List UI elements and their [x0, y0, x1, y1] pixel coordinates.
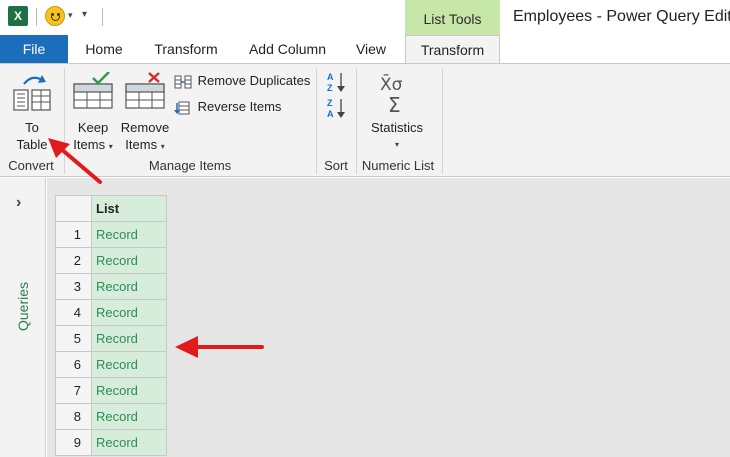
chevron-down-icon[interactable]: ▾ — [68, 10, 73, 21]
ribbon-tabs: File Home Transform Add Column View Tran… — [0, 35, 730, 64]
svg-text:Σ: Σ — [388, 93, 401, 114]
svg-text:A: A — [327, 72, 334, 82]
context-tab-group-label: List Tools — [405, 0, 500, 35]
table-row: 3 Record — [55, 273, 167, 300]
group-label-convert: Convert — [8, 158, 54, 173]
reverse-items-button[interactable]: Reverse Items — [174, 99, 281, 116]
remove-items-button[interactable]: Remove Items ▾ — [120, 68, 170, 154]
statistics-label: Statistics — [370, 120, 423, 135]
record-link[interactable]: Record — [91, 247, 167, 274]
to-table-button[interactable]: To Table — [4, 68, 60, 154]
remove-duplicates-button[interactable]: Remove Duplicates — [174, 73, 310, 90]
row-index[interactable]: 4 — [55, 299, 92, 326]
queries-pane-collapsed: › Queries — [0, 178, 46, 457]
title-bar: X ▾ ▾ List Tools Employees - Power Query… — [0, 0, 730, 35]
table-row: 8 Record — [55, 403, 167, 430]
sort-descending-icon: Z A — [327, 98, 345, 119]
keep-items-button[interactable]: Keep Items ▾ — [70, 68, 116, 154]
group-label-manage-items: Manage Items — [148, 158, 232, 173]
sigma-icon: X̄σ Σ — [380, 73, 403, 114]
grid-corner-cell[interactable] — [55, 195, 92, 222]
record-link[interactable]: Record — [91, 299, 167, 326]
reverse-items-icon — [174, 101, 190, 115]
tab-list-transform[interactable]: Transform — [405, 35, 500, 64]
table-row: 5 Record — [55, 325, 167, 352]
record-link[interactable]: Record — [91, 351, 167, 378]
remove-items-icon — [125, 72, 165, 109]
statistics-button[interactable]: X̄σ Σ Statistics ▾ — [362, 68, 432, 154]
reverse-items-label: Reverse Items — [197, 99, 282, 114]
grid-header-row: List — [55, 195, 167, 222]
row-index[interactable]: 3 — [55, 273, 92, 300]
record-link[interactable]: Record — [91, 325, 167, 352]
table-row: 1 Record — [55, 221, 167, 248]
row-index[interactable]: 5 — [55, 325, 92, 352]
data-preview-area: List 1 Record 2 Record 3 Record 4 Record… — [47, 178, 730, 457]
sort-ascending-button[interactable]: A Z — [326, 71, 348, 93]
tab-home[interactable]: Home — [72, 35, 136, 63]
table-row: 7 Record — [55, 377, 167, 404]
group-divider — [316, 68, 317, 174]
quick-access-customize[interactable]: ▾ — [82, 9, 87, 20]
sort-ascending-icon: A Z — [327, 72, 345, 93]
table-row: 2 Record — [55, 247, 167, 274]
record-link[interactable]: Record — [91, 403, 167, 430]
tab-view[interactable]: View — [345, 35, 397, 63]
svg-text:Z: Z — [327, 83, 333, 93]
tab-file[interactable]: File — [0, 35, 68, 63]
svg-text:Z: Z — [327, 98, 333, 108]
group-divider — [442, 68, 443, 174]
excel-icon[interactable]: X — [8, 6, 28, 26]
row-index[interactable]: 8 — [55, 403, 92, 430]
to-table-label: Table — [16, 137, 48, 152]
record-link[interactable]: Record — [91, 273, 167, 300]
titlebar-divider — [102, 8, 103, 26]
smiley-icon[interactable] — [45, 6, 65, 26]
chevron-down-icon: ▾ — [394, 140, 399, 149]
table-row: 6 Record — [55, 351, 167, 378]
record-link[interactable]: Record — [91, 377, 167, 404]
row-index[interactable]: 2 — [55, 247, 92, 274]
group-divider — [356, 68, 357, 174]
queries-pane-label[interactable]: Queries — [8, 282, 38, 331]
svg-text:X̄σ: X̄σ — [380, 73, 403, 95]
ribbon: To Table Convert Keep Items ▾ Remove Ite… — [0, 63, 730, 177]
to-table-label: To — [25, 120, 39, 135]
table-row: 4 Record — [55, 299, 167, 326]
row-index[interactable]: 6 — [55, 351, 92, 378]
sort-descending-button[interactable]: Z A — [326, 97, 348, 119]
keep-items-label: Items ▾ — [73, 137, 113, 152]
column-header-list[interactable]: List — [91, 195, 167, 222]
window-title: Employees - Power Query Editor — [513, 8, 730, 25]
list-grid: List 1 Record 2 Record 3 Record 4 Record… — [55, 195, 167, 456]
table-row: 9 Record — [55, 429, 167, 456]
keep-items-icon — [73, 72, 113, 109]
expand-chevron-icon[interactable]: › — [16, 194, 21, 212]
row-index[interactable]: 9 — [55, 429, 92, 456]
keep-items-label: Keep — [77, 120, 109, 135]
remove-items-label: Remove — [120, 120, 170, 135]
record-link[interactable]: Record — [91, 221, 167, 248]
svg-text:A: A — [327, 109, 334, 119]
tab-add-column[interactable]: Add Column — [240, 35, 335, 63]
to-table-icon — [13, 75, 51, 111]
tab-transform[interactable]: Transform — [146, 35, 226, 63]
titlebar-divider — [36, 8, 37, 26]
row-index[interactable]: 7 — [55, 377, 92, 404]
remove-duplicates-label: Remove Duplicates — [197, 73, 311, 88]
row-index[interactable]: 1 — [55, 221, 92, 248]
group-label-sort: Sort — [324, 158, 348, 173]
remove-duplicates-icon — [174, 75, 192, 89]
remove-items-label: Items ▾ — [125, 137, 165, 152]
group-divider — [64, 68, 65, 174]
record-link[interactable]: Record — [91, 429, 167, 456]
group-label-numeric-list: Numeric List — [361, 158, 435, 173]
